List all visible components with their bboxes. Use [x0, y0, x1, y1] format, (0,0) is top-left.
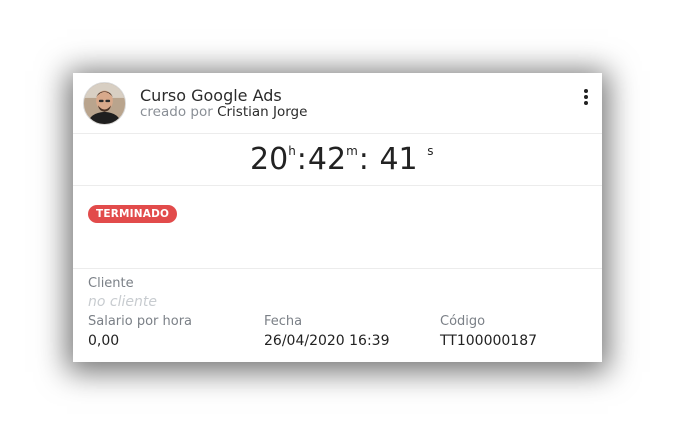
timer-separator: :	[296, 142, 307, 177]
timer-seconds: 41	[379, 142, 418, 177]
timer-minutes: 42	[307, 142, 347, 177]
status-badge: TERMINADO	[88, 205, 178, 223]
timer-separator: :	[358, 142, 379, 177]
client-label: Cliente	[88, 276, 134, 291]
timer-minutes-unit: m	[346, 144, 358, 158]
avatar[interactable]	[83, 82, 126, 125]
date-label: Fecha	[264, 314, 303, 329]
more-vertical-icon[interactable]	[578, 87, 594, 107]
card-title: Curso Google Ads	[140, 86, 282, 105]
timer-row: 20h:42m: 41 s	[73, 134, 602, 186]
author-name[interactable]: Cristian Jorge	[217, 104, 307, 120]
rate-value: 0,00	[88, 333, 120, 349]
client-value: no cliente	[88, 294, 157, 310]
date-value: 26/04/2020 16:39	[264, 333, 390, 349]
task-card: Curso Google Ads creado por Cristian Jor…	[73, 73, 602, 362]
card-subtitle: creado por Cristian Jorge	[140, 104, 307, 120]
created-by-label: creado por	[140, 104, 213, 120]
timer-hours: 20	[250, 142, 289, 177]
rate-label: Salario por hora	[88, 314, 193, 329]
section-divider	[73, 268, 602, 269]
elapsed-timer: 20h:42m: 41 s	[250, 143, 433, 177]
code-label: Código	[440, 314, 486, 329]
code-value: TT100000187	[440, 333, 538, 349]
timer-hours-unit: h	[288, 144, 296, 158]
card-header: Curso Google Ads creado por Cristian Jor…	[73, 73, 602, 134]
timer-seconds-unit: s	[427, 144, 434, 158]
